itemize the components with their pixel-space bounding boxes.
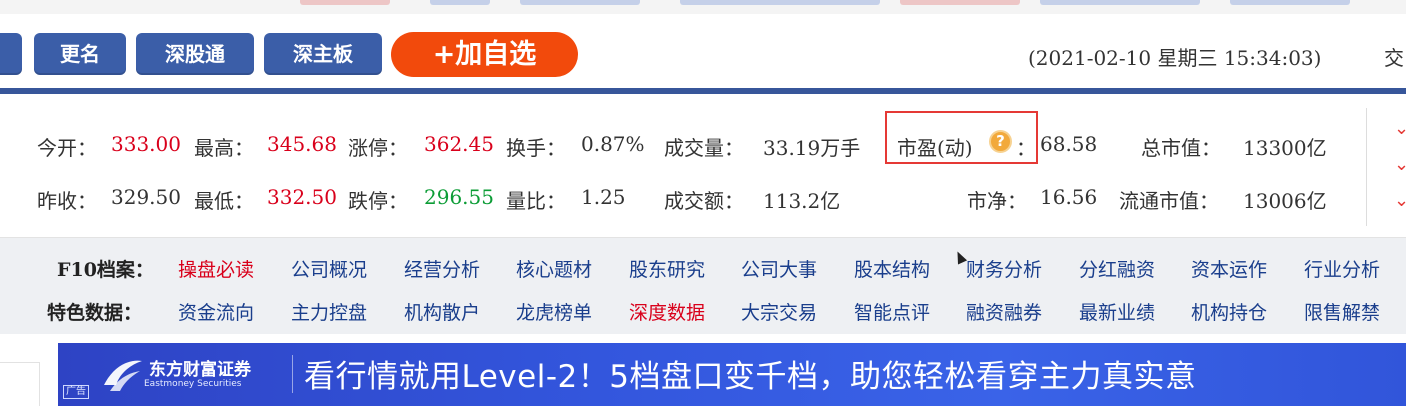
feature-data-label: 特色数据： (47, 302, 143, 324)
ad-side-panel (0, 362, 40, 406)
quote-panel: 今开： 333.00 最高： 345.68 涨停： 362.45 换手： 0.8… (0, 94, 1406, 238)
f10-link[interactable]: 财务分析 (966, 255, 1042, 282)
pe-label: 市盈(动) (897, 136, 973, 160)
feature-data-row: 特色数据： 资金流向 主力控盘 机构散户 龙虎榜单 深度数据 大宗交易 智能点评… (0, 290, 1406, 330)
feature-link[interactable]: 资金流向 (178, 298, 254, 325)
ad-headline: 看行情就用Level-2！5档盘口变千档，助您轻松看穿主力真实意 (304, 359, 1197, 395)
low-label: 最低： (194, 189, 254, 213)
cropped-left-button[interactable] (0, 33, 22, 75)
shenzhen-connect-button[interactable]: 深股通 (136, 33, 254, 75)
links-panel: F10档案： 操盘必读 公司概况 经营分析 核心题材 股东研究 公司大事 股本结… (0, 238, 1406, 334)
f10-link[interactable]: 股本结构 (854, 255, 930, 282)
volume-label: 成交量： (664, 136, 744, 160)
cropped-text-fragment (520, 0, 640, 5)
help-icon[interactable]: ? (989, 130, 1012, 153)
side-arrow-icon: ⌄ (1394, 154, 1406, 175)
f10-link[interactable]: 行业分析 (1304, 255, 1380, 282)
prev-close-value: 329.50 (111, 185, 181, 209)
limit-up-value: 362.45 (424, 132, 494, 156)
left-edge-mark (0, 190, 4, 204)
ad-tag: 广告 (63, 385, 89, 399)
amount-value: 113.2亿 (763, 189, 841, 213)
feature-link[interactable]: 大宗交易 (741, 298, 817, 325)
market-cap-label: 总市值： (1141, 136, 1221, 160)
f10-link[interactable]: 股东研究 (629, 255, 705, 282)
amount-label: 成交额： (664, 189, 744, 213)
float-cap-label: 流通市值： (1119, 189, 1219, 213)
brand-name: 东方财富证券 (149, 360, 251, 380)
top-cropped-strip (0, 0, 1406, 14)
high-label: 最高： (194, 136, 254, 160)
feature-link[interactable]: 龙虎榜单 (516, 298, 592, 325)
add-to-watchlist-button[interactable]: +加自选 (391, 32, 578, 77)
ad-area: 东方财富证券 Eastmoney Securities 广告 看行情就用Leve… (0, 334, 1406, 406)
open-value: 333.00 (111, 132, 181, 156)
f10-link[interactable]: 公司大事 (741, 255, 817, 282)
feature-link[interactable]: 最新业绩 (1079, 298, 1155, 325)
low-value: 332.50 (267, 185, 337, 209)
feature-link[interactable]: 深度数据 (629, 298, 705, 325)
pb-label: 市净： (967, 189, 1027, 213)
cropped-text-fragment (430, 0, 490, 5)
f10-link[interactable]: 分红融资 (1079, 255, 1155, 282)
side-divider (1366, 108, 1367, 226)
pe-value: 68.58 (1040, 132, 1098, 156)
pe-colon: ： (1016, 136, 1036, 160)
prev-close-label: 昨收： (37, 189, 97, 213)
side-arrow-icon: ⌄ (1394, 118, 1406, 139)
turnover-value: 0.87% (581, 132, 645, 156)
ad-divider (292, 355, 293, 393)
feature-link[interactable]: 机构散户 (404, 298, 480, 325)
turnover-label: 换手： (506, 136, 566, 160)
feature-link[interactable]: 智能点评 (854, 298, 930, 325)
brand-name-en: Eastmoney Securities (144, 379, 242, 389)
feature-link[interactable]: 机构持仓 (1191, 298, 1267, 325)
open-label: 今开： (37, 136, 97, 160)
limit-down-label: 跌停： (348, 189, 408, 213)
limit-down-value: 296.55 (424, 185, 494, 209)
ad-banner[interactable]: 东方财富证券 Eastmoney Securities 广告 看行情就用Leve… (58, 343, 1406, 406)
f10-link[interactable]: 核心题材 (516, 255, 592, 282)
cropped-text-fragment (1230, 0, 1350, 5)
f10-link[interactable]: 操盘必读 (178, 255, 254, 282)
volume-value: 33.19万手 (763, 136, 861, 160)
side-arrow-icon: ⌄ (1394, 190, 1406, 211)
cropped-text-fragment (900, 0, 1020, 5)
swoosh-icon (104, 360, 142, 391)
f10-link[interactable]: 资本运作 (1191, 255, 1267, 282)
cropped-text-fragment (300, 0, 390, 5)
feature-link[interactable]: 主力控盘 (291, 298, 367, 325)
f10-link[interactable]: 公司概况 (291, 255, 367, 282)
stock-toolbar: 更名 深股通 深主板 +加自选 (2021-02-10 星期三 15:34:03… (0, 14, 1406, 94)
brand-logo: 东方财富证券 Eastmoney Securities (64, 347, 294, 401)
rename-button[interactable]: 更名 (34, 33, 126, 75)
limit-up-label: 涨停： (348, 136, 408, 160)
cropped-text-fragment (1040, 0, 1200, 5)
float-cap-value: 13006亿 (1243, 189, 1327, 213)
volume-ratio-value: 1.25 (581, 185, 626, 209)
pb-value: 16.56 (1040, 185, 1098, 209)
feature-link[interactable]: 限售解禁 (1304, 298, 1380, 325)
volume-ratio-label: 量比： (506, 189, 566, 213)
f10-label: F10档案： (57, 259, 154, 281)
cropped-text-fragment (680, 0, 880, 5)
market-cap-value: 13300亿 (1243, 136, 1327, 160)
f10-link[interactable]: 经营分析 (404, 255, 480, 282)
trade-status-cropped: 交 (1384, 46, 1404, 70)
feature-link[interactable]: 融资融券 (966, 298, 1042, 325)
shenzhen-main-board-button[interactable]: 深主板 (264, 33, 382, 75)
high-value: 345.68 (267, 132, 337, 156)
f10-row: F10档案： 操盘必读 公司概况 经营分析 核心题材 股东研究 公司大事 股本结… (0, 250, 1406, 290)
quote-datetime: (2021-02-10 星期三 15:34:03) (1028, 46, 1322, 70)
